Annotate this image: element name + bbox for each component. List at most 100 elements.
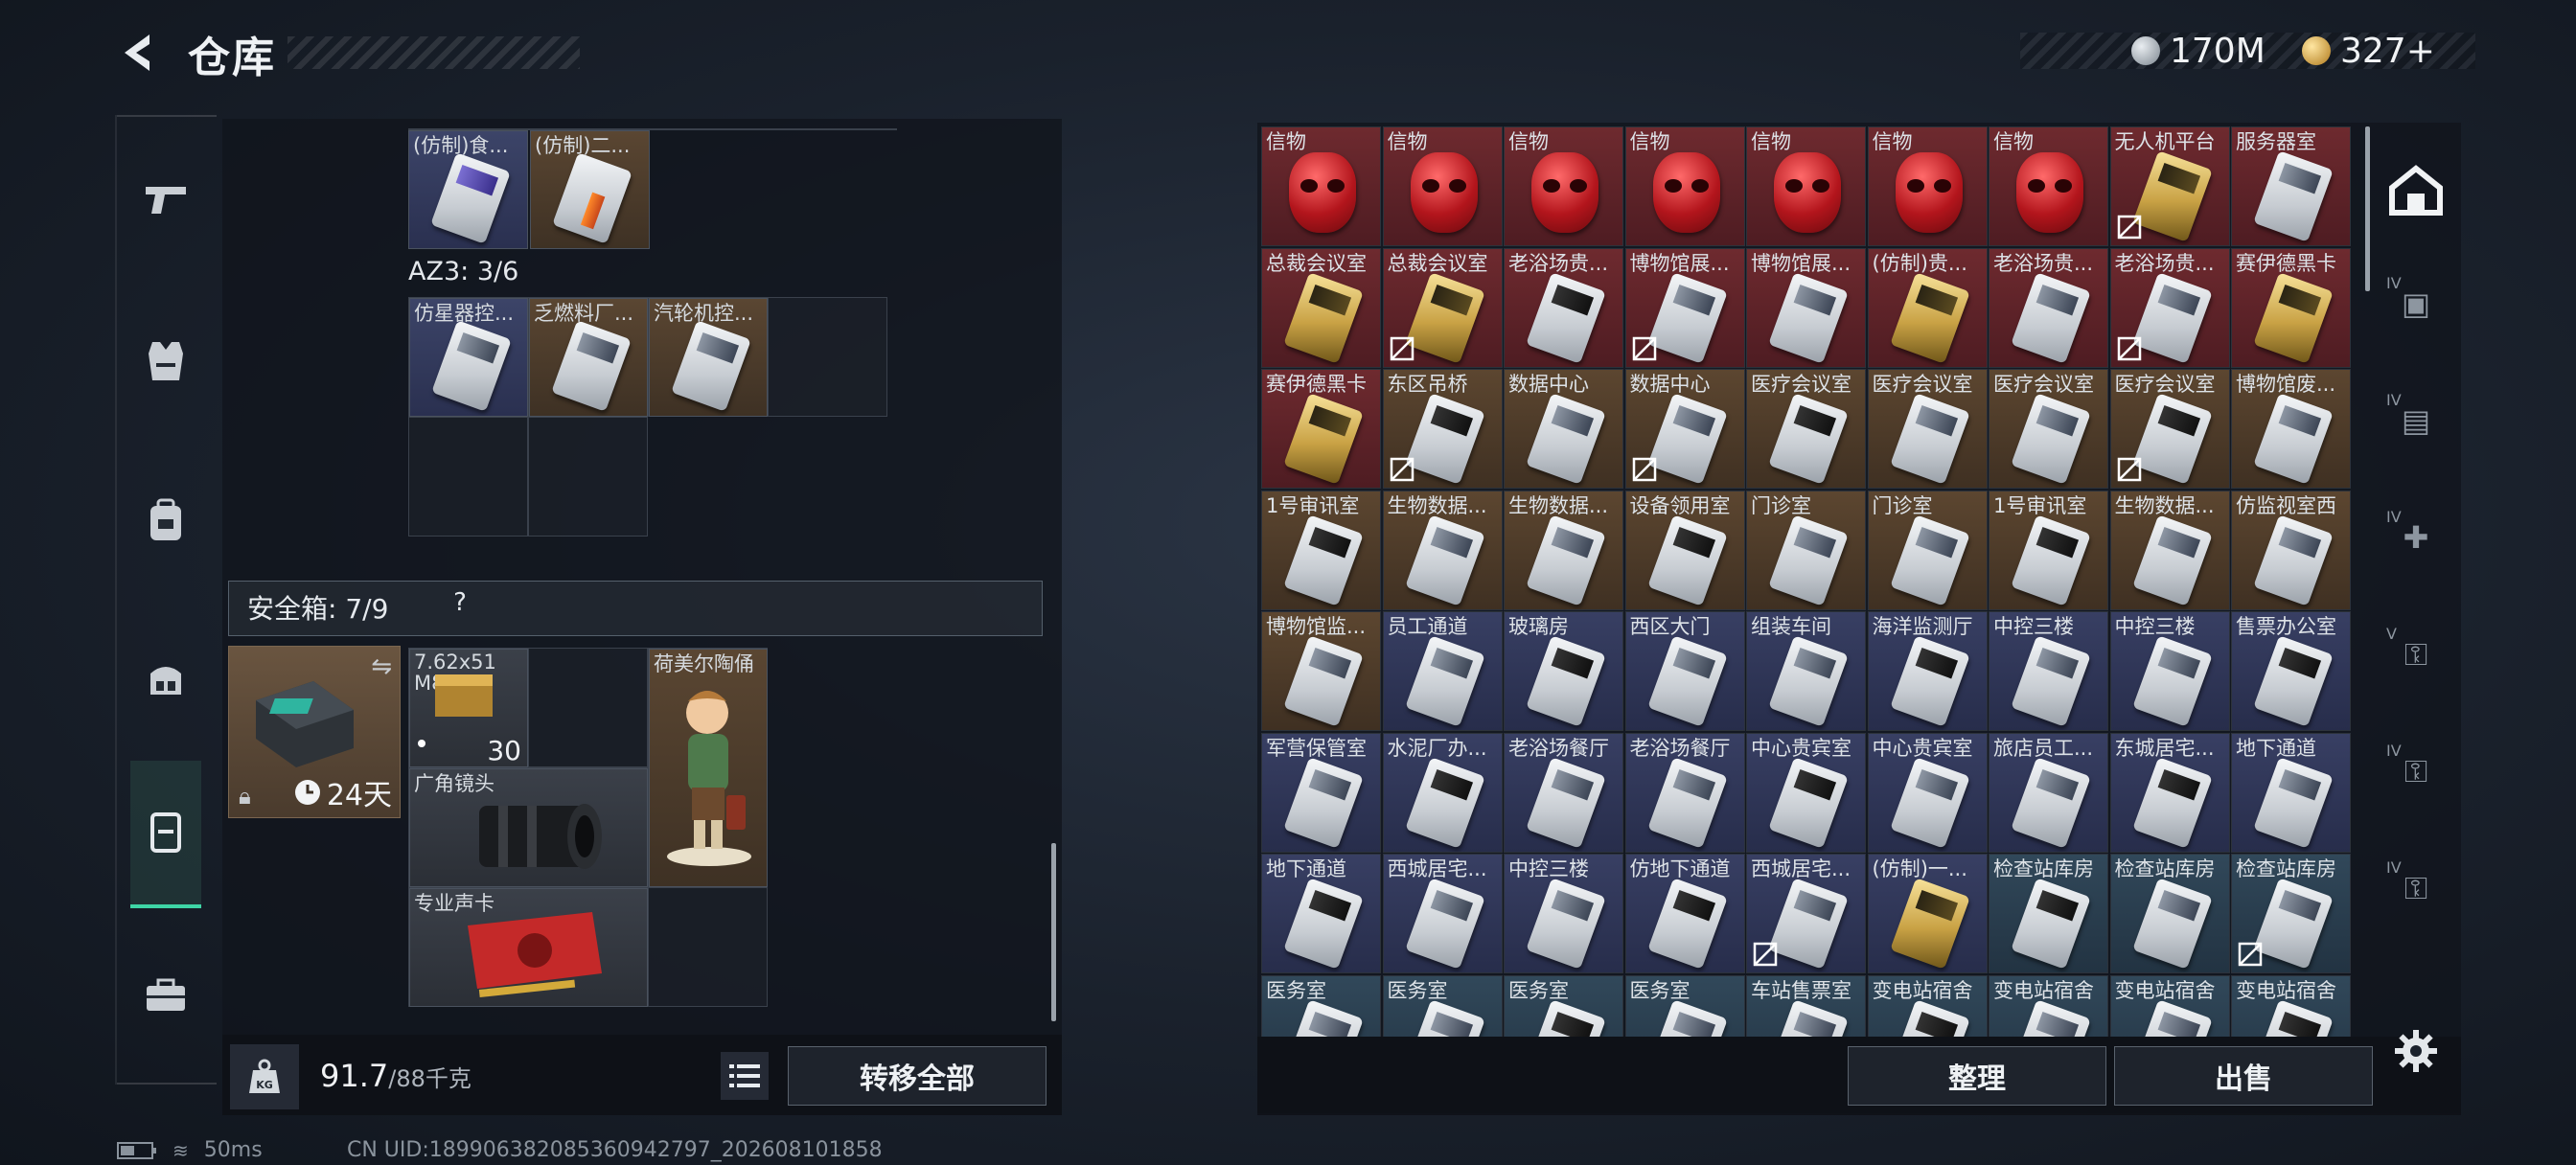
stash-item[interactable]: 数据中心 — [1624, 369, 1745, 489]
stash-overview-tab[interactable] — [2382, 157, 2450, 224]
lens-item[interactable]: 广角镜头 — [409, 768, 648, 887]
token-display[interactable]: 327+ — [2302, 29, 2435, 73]
scrollbar[interactable] — [2365, 126, 2370, 291]
transfer-all-button[interactable]: 转移全部 — [788, 1046, 1046, 1106]
stash-item[interactable]: 中心贵宾室 — [1867, 732, 1988, 853]
stash-item[interactable]: 车站售票室 — [1746, 974, 1866, 1037]
safebox-container-card[interactable]: ⇋ 🔒︎ 24天 — [228, 646, 401, 818]
stash-item[interactable]: 中控三楼 — [1504, 854, 1623, 973]
stash-item[interactable]: 医疗会议室 — [1989, 369, 2108, 489]
stash-item[interactable]: 生物数据... — [1504, 490, 1623, 610]
stash-item[interactable]: 地下通道 — [2231, 732, 2351, 853]
stash-item[interactable]: 检查站库房 — [1989, 854, 2108, 973]
grid-slot[interactable] — [528, 417, 648, 537]
stash-item[interactable]: 仿监视室西 — [2231, 490, 2351, 610]
stash-page-tab[interactable]: IV ⚿ — [2382, 738, 2450, 805]
stash-item[interactable]: 售票办公室 — [2231, 611, 2351, 731]
stash-item[interactable]: 中控三楼 — [2109, 611, 2230, 731]
grid-slot[interactable] — [408, 417, 528, 537]
stash-item[interactable]: 总裁会议室 — [1261, 247, 1381, 368]
stash-item[interactable]: 赛伊德黑卡 — [2231, 247, 2351, 368]
inventory-item[interactable]: (仿制)食... — [408, 130, 528, 249]
money-display[interactable]: 170M — [2131, 29, 2266, 73]
stash-item[interactable]: (仿制)贵... — [1867, 247, 1988, 368]
stash-item[interactable]: 数据中心 — [1504, 369, 1623, 489]
stash-page-tab[interactable]: IV ▤ — [2382, 387, 2450, 454]
stash-item[interactable]: 1号审讯室 — [1989, 490, 2108, 610]
stash-item[interactable]: 中心贵宾室 — [1746, 732, 1866, 853]
sidebar-rig[interactable] — [130, 644, 201, 715]
stash-item[interactable]: 信物 — [1867, 126, 1988, 246]
stash-item[interactable]: 信物 — [1504, 126, 1623, 246]
stash-item[interactable]: 变电站宿舍 — [2231, 974, 2351, 1037]
stash-page-tab[interactable]: IV ⚿ — [2382, 855, 2450, 922]
stash-item[interactable]: 设备领用室 — [1624, 490, 1745, 610]
stash-item[interactable]: 东区吊桥 — [1382, 369, 1503, 489]
stash-item[interactable]: 1号审讯室 — [1261, 490, 1381, 610]
stash-item[interactable]: 无人机平台 — [2109, 126, 2230, 246]
back-button[interactable] — [113, 29, 163, 77]
stash-item[interactable]: 旅店员工... — [1989, 732, 2108, 853]
figurine-item[interactable]: 荷美尔陶俑 — [649, 649, 768, 887]
stash-item[interactable]: 服务器室 — [2231, 126, 2351, 246]
stash-item[interactable]: 博物馆展... — [1746, 247, 1866, 368]
sidebar-safebox[interactable] — [130, 761, 201, 908]
grid-slot[interactable] — [528, 648, 648, 767]
stash-item[interactable]: (仿制)一... — [1867, 854, 1988, 973]
stash-item[interactable]: 老浴场贵... — [1989, 247, 2108, 368]
stash-item[interactable]: 变电站宿舍 — [1867, 974, 1988, 1037]
soundcard-item[interactable]: 专业声卡 — [409, 888, 648, 1007]
stash-item[interactable]: 医务室 — [1624, 974, 1745, 1037]
stash-item[interactable]: 东城居宅... — [2109, 732, 2230, 853]
stash-item[interactable]: 信物 — [1382, 126, 1503, 246]
help-icon[interactable]: ? — [444, 588, 476, 617]
stash-item[interactable]: 地下通道 — [1261, 854, 1381, 973]
stash-item[interactable]: 医疗会议室 — [1867, 369, 1988, 489]
stash-item[interactable]: 赛伊德黑卡 — [1261, 369, 1381, 489]
stash-item[interactable]: 西区大门 — [1624, 611, 1745, 731]
stash-item[interactable]: 老浴场贵... — [1504, 247, 1623, 368]
stash-item[interactable]: 医务室 — [1382, 974, 1503, 1037]
stash-item[interactable]: 老浴场贵... — [2109, 247, 2230, 368]
stash-item[interactable]: 门诊室 — [1867, 490, 1988, 610]
stash-item[interactable]: 西城居宅... — [1746, 854, 1866, 973]
stash-item[interactable]: 门诊室 — [1746, 490, 1866, 610]
stash-item[interactable]: 信物 — [1261, 126, 1381, 246]
stash-item[interactable]: 博物馆展... — [1624, 247, 1745, 368]
stash-item[interactable]: 检查站库房 — [2109, 854, 2230, 973]
grid-slot[interactable] — [648, 887, 768, 1007]
stash-item[interactable]: 变电站宿舍 — [2109, 974, 2230, 1037]
stash-item[interactable]: 医务室 — [1261, 974, 1381, 1037]
list-view-button[interactable] — [721, 1052, 769, 1100]
scrollbar[interactable] — [1051, 843, 1056, 1021]
sidebar-toolbox[interactable] — [130, 960, 201, 1031]
stash-item[interactable]: 医务室 — [1504, 974, 1623, 1037]
ammo-item[interactable]: 7.62x51 M80 30 — [409, 649, 528, 767]
stash-page-tab[interactable]: IV ▣ — [2382, 270, 2450, 337]
settings-button[interactable] — [2390, 1025, 2442, 1077]
stash-page-tab[interactable]: V ⚿ — [2382, 621, 2450, 688]
stash-item[interactable]: 博物馆废... — [2231, 369, 2351, 489]
stash-item[interactable]: 生物数据... — [2109, 490, 2230, 610]
stash-item[interactable]: 军营保管室 — [1261, 732, 1381, 853]
stash-item[interactable]: 医疗会议室 — [2109, 369, 2230, 489]
stash-item[interactable]: 信物 — [1989, 126, 2108, 246]
grid-slot[interactable] — [768, 297, 887, 417]
sidebar-weapons[interactable] — [130, 165, 201, 236]
stash-item[interactable]: 海洋监测厅 — [1867, 611, 1988, 731]
stash-item[interactable]: 生物数据... — [1382, 490, 1503, 610]
inventory-item[interactable]: (仿制)二... — [530, 130, 650, 249]
stash-item[interactable]: 检查站库房 — [2231, 854, 2351, 973]
stash-item[interactable]: 医疗会议室 — [1746, 369, 1866, 489]
stash-item[interactable]: 组装车间 — [1746, 611, 1866, 731]
stash-item[interactable]: 员工通道 — [1382, 611, 1503, 731]
stash-item[interactable]: 信物 — [1746, 126, 1866, 246]
inventory-item[interactable]: 仿星器控... — [409, 298, 528, 417]
stash-item[interactable]: 老浴场餐厅 — [1624, 732, 1745, 853]
stash-item[interactable]: 变电站宿舍 — [1989, 974, 2108, 1037]
stash-item[interactable]: 西城居宅... — [1382, 854, 1503, 973]
stash-item[interactable]: 玻璃房 — [1504, 611, 1623, 731]
sidebar-backpack[interactable] — [130, 485, 201, 556]
stash-item[interactable]: 老浴场餐厅 — [1504, 732, 1623, 853]
inventory-item[interactable]: 乏燃料厂... — [529, 298, 648, 417]
